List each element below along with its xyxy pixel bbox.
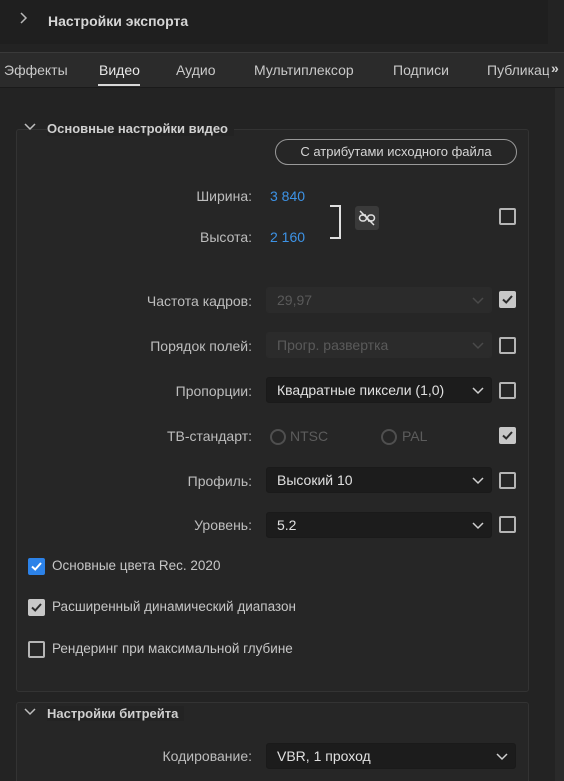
chevron-down-icon[interactable] — [24, 121, 36, 135]
tv-standard-label: ТВ-стандарт: — [166, 428, 252, 444]
hdr-label: Расширенный динамический диапазон — [52, 599, 296, 614]
ntsc-radio[interactable] — [270, 429, 286, 445]
rec2020-checkbox[interactable] — [28, 558, 45, 575]
tab-multiplexer[interactable]: Мультиплексор — [254, 62, 354, 78]
aspect-value: Квадратные пиксели (1,0) — [277, 382, 445, 398]
tab-publish[interactable]: Публикац — [487, 62, 549, 78]
width-label: Ширина: — [196, 188, 252, 204]
max-depth-checkbox[interactable] — [28, 641, 45, 658]
export-settings-title: Настройки экспорта — [48, 13, 189, 29]
pal-label: PAL — [402, 428, 428, 444]
height-value[interactable]: 2 160 — [270, 229, 305, 245]
encoding-select[interactable]: VBR, 1 проход — [266, 743, 516, 769]
frame-rate-label: Частота кадров: — [146, 293, 252, 309]
checkmark-icon — [31, 562, 42, 571]
bitrate-settings-title: Настройки битрейта — [47, 706, 185, 721]
profile-checkbox[interactable] — [499, 472, 516, 489]
rec2020-label: Основные цвета Rec. 2020 — [52, 558, 221, 573]
link-bracket — [330, 237, 341, 239]
profile-select[interactable]: Высокий 10 — [266, 467, 492, 493]
height-label: Высота: — [200, 229, 252, 245]
chevron-right-icon[interactable] — [18, 11, 28, 27]
frame-rate-select: 29,97 — [266, 287, 492, 313]
tab-video[interactable]: Видео — [99, 62, 140, 78]
width-value[interactable]: 3 840 — [270, 188, 305, 204]
aspect-checkbox[interactable] — [499, 382, 516, 399]
field-order-label: Порядок полей: — [150, 338, 252, 354]
chevron-down-icon — [496, 753, 508, 761]
level-label: Уровень: — [194, 517, 252, 533]
pal-radio[interactable] — [381, 429, 397, 445]
tab-effects[interactable]: Эффекты — [4, 62, 68, 78]
encoding-label: Кодирование: — [162, 748, 253, 764]
export-settings-header[interactable]: Настройки экспорта — [0, 0, 548, 44]
checkmark-icon — [31, 603, 42, 612]
scrollbar[interactable] — [555, 88, 564, 781]
chevron-down-icon — [472, 297, 484, 305]
field-order-checkbox[interactable] — [499, 337, 516, 354]
profile-value: Высокий 10 — [277, 472, 353, 488]
chevron-down-icon[interactable] — [24, 706, 36, 720]
aspect-select[interactable]: Квадратные пиксели (1,0) — [266, 377, 492, 403]
aspect-label: Пропорции: — [175, 383, 252, 399]
level-select[interactable]: 5.2 — [266, 512, 492, 538]
field-order-select: Прогр. развертка — [266, 332, 492, 358]
checkmark-icon — [502, 295, 513, 304]
chevron-down-icon — [472, 477, 484, 485]
chevron-down-icon — [472, 387, 484, 395]
encoding-value: VBR, 1 проход — [277, 748, 371, 764]
tab-captions[interactable]: Подписи — [393, 62, 449, 78]
tab-audio[interactable]: Аудио — [176, 62, 216, 78]
profile-label: Профиль: — [187, 473, 252, 489]
tabs-overflow-icon[interactable]: » — [551, 60, 559, 76]
unlink-dimensions-button[interactable] — [355, 206, 379, 230]
match-source-button[interactable]: С атрибутами исходного файла — [275, 139, 517, 165]
level-value: 5.2 — [277, 517, 297, 533]
frame-rate-checkbox[interactable] — [499, 291, 516, 308]
max-depth-label: Рендеринг при максимальной глубине — [52, 641, 293, 656]
broken-link-icon — [358, 210, 376, 226]
level-checkbox[interactable] — [499, 516, 516, 533]
hdr-checkbox[interactable] — [28, 599, 45, 616]
chevron-down-icon — [472, 342, 484, 350]
dimensions-checkbox[interactable] — [499, 208, 516, 225]
ntsc-label: NTSC — [290, 428, 329, 444]
chevron-down-icon — [472, 522, 484, 530]
checkmark-icon — [502, 431, 513, 440]
frame-rate-value: 29,97 — [277, 292, 313, 308]
basic-video-settings-title: Основные настройки видео — [47, 121, 234, 136]
tv-standard-checkbox[interactable] — [499, 427, 516, 444]
field-order-value: Прогр. развертка — [277, 337, 389, 353]
active-tab-indicator — [98, 84, 140, 86]
link-bracket — [339, 205, 341, 239]
